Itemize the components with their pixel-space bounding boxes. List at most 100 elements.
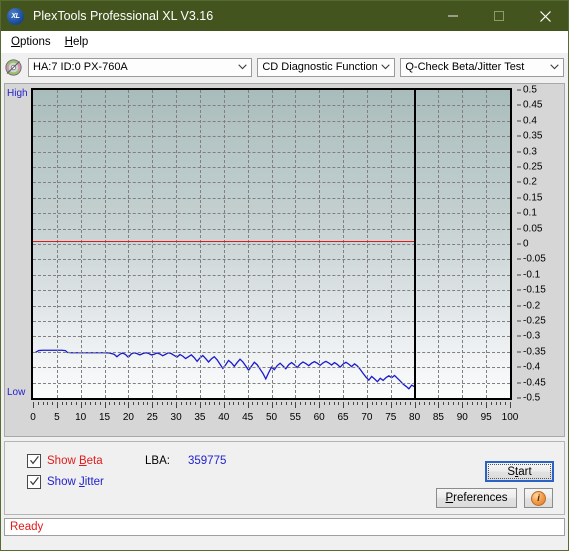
y-tick-mark: [517, 228, 521, 230]
grid-line-horizontal: [33, 274, 510, 276]
x-tick-mark-minor: [309, 402, 311, 405]
grid-line-horizontal: [33, 244, 510, 245]
x-tick-label: 60: [313, 412, 325, 423]
x-tick-mark-minor: [276, 402, 278, 405]
x-tick-mark-minor: [137, 402, 139, 405]
grid-line-horizontal: [33, 321, 510, 322]
y-axis: 0.5 0.45 0.4 0.35 0.3 0.25 0.2 0.15 0.1 0.05 0 -0.0…: [517, 84, 561, 408]
x-tick-mark-minor: [180, 402, 182, 405]
x-tick-mark-minor: [266, 402, 268, 405]
y-tick-mark: [517, 382, 521, 384]
y-tick-label: 0.4: [523, 115, 537, 127]
x-tick-mark-minor: [166, 402, 168, 405]
data-end-marker: [413, 90, 416, 398]
preferences-button-label: Preferences: [445, 492, 508, 504]
start-button[interactable]: St art: [485, 461, 554, 482]
x-tick-mark-minor: [428, 402, 430, 405]
x-tick-mark: [343, 402, 345, 408]
show-jitter-checkbox[interactable]: Show Jitter: [27, 475, 104, 489]
test-select-value: Q-Check Beta/Jitter Test: [405, 61, 525, 73]
x-tick-mark-minor: [300, 402, 302, 405]
info-button[interactable]: i: [524, 488, 553, 508]
drive-select-value: HA:7 ID:0 PX-760A: [33, 61, 128, 73]
lba-value: 359775: [188, 455, 227, 467]
x-tick-mark-minor: [314, 402, 316, 405]
menu-options-accel: O: [11, 35, 20, 48]
x-tick-mark: [56, 402, 58, 408]
y-tick-label: -0.4: [523, 361, 541, 373]
grid-line-horizontal: [33, 336, 510, 338]
x-tick-mark-minor: [400, 402, 402, 405]
x-tick-mark-minor: [362, 402, 364, 405]
menu-item-help[interactable]: Help: [60, 34, 98, 50]
function-select[interactable]: CD Diagnostic Functions: [257, 57, 396, 77]
x-tick-mark-minor: [118, 402, 120, 405]
y-tick-label: -0.35: [523, 346, 546, 358]
x-tick-mark: [104, 402, 106, 408]
x-tick-mark: [295, 402, 297, 408]
x-tick-mark-minor: [433, 402, 435, 405]
menu-options-label: ptions: [19, 35, 51, 48]
maximize-icon[interactable]: [476, 1, 522, 31]
x-tick-mark-minor: [443, 402, 445, 405]
window-title: PlexTools Professional XL V3.16: [33, 9, 214, 23]
x-tick-mark-minor: [500, 402, 502, 405]
app-window: XL PlexTools Professional XL V3.16 Optio…: [0, 0, 569, 551]
start-button-label: St art: [488, 464, 551, 479]
x-tick-label: 20: [122, 412, 134, 423]
y-tick-mark: [517, 135, 521, 137]
preferences-button[interactable]: Preferences: [436, 488, 517, 508]
grid-line-horizontal: [33, 120, 510, 122]
x-tick-mark-minor: [233, 402, 235, 405]
x-tick-mark: [199, 402, 201, 408]
y-tick-mark: [517, 104, 521, 106]
toolbar: HA:7 ID:0 PX-760A CD Diagnostic Function…: [1, 53, 568, 81]
show-beta-checkbox[interactable]: Show Beta: [27, 454, 103, 468]
y-tick-label: 0.1: [523, 207, 537, 219]
test-select[interactable]: Q-Check Beta/Jitter Test: [400, 57, 564, 77]
grid-line-horizontal: [33, 213, 510, 215]
checkbox-box: [27, 454, 41, 468]
x-tick-mark-minor: [171, 402, 173, 405]
grid-line-horizontal: [33, 197, 510, 199]
preferences-accel: P: [445, 492, 454, 504]
minimize-icon[interactable]: [430, 1, 476, 31]
x-tick-mark-minor: [99, 402, 101, 405]
y-tick-mark: [517, 366, 521, 368]
beta-series-line: [33, 240, 415, 242]
x-tick-mark-minor: [495, 402, 497, 405]
y-tick-mark: [517, 397, 521, 399]
drive-select[interactable]: HA:7 ID:0 PX-760A: [28, 57, 253, 77]
x-tick-mark-minor: [490, 402, 492, 405]
y-tick-mark: [517, 197, 521, 199]
y-tick-mark: [517, 320, 521, 322]
x-tick-mark: [366, 402, 368, 408]
x-tick-label: 80: [409, 412, 421, 423]
status-bar: Ready: [4, 518, 565, 536]
y-tick-label: 0: [523, 238, 529, 250]
grid-line-horizontal: [33, 259, 510, 261]
x-tick-label: 25: [146, 412, 158, 423]
x-tick-mark-minor: [204, 402, 206, 405]
x-tick-mark-minor: [333, 402, 335, 405]
y-tick-label: 0.3: [523, 146, 537, 158]
close-icon[interactable]: [522, 1, 568, 31]
x-tick-mark-minor: [238, 402, 240, 405]
x-tick-mark-minor: [409, 402, 411, 405]
x-tick-mark-minor: [352, 402, 354, 405]
x-tick-mark-minor: [242, 402, 244, 405]
show-beta-label: Show Beta: [47, 455, 103, 467]
x-tick-mark-minor: [157, 402, 159, 405]
x-tick-mark-minor: [75, 402, 77, 405]
x-tick-label: 55: [289, 412, 301, 423]
y-tick-label: -0.45: [523, 377, 546, 389]
x-tick-mark: [319, 402, 321, 408]
menu-item-options[interactable]: Options: [6, 34, 60, 50]
lba-label: LBA:: [145, 455, 170, 467]
x-tick-mark-minor: [357, 402, 359, 405]
x-tick-mark-minor: [424, 402, 426, 405]
x-tick-mark-minor: [323, 402, 325, 405]
x-tick-mark-minor: [304, 402, 306, 405]
x-tick-mark-minor: [95, 402, 96, 405]
x-tick-mark: [247, 402, 249, 408]
